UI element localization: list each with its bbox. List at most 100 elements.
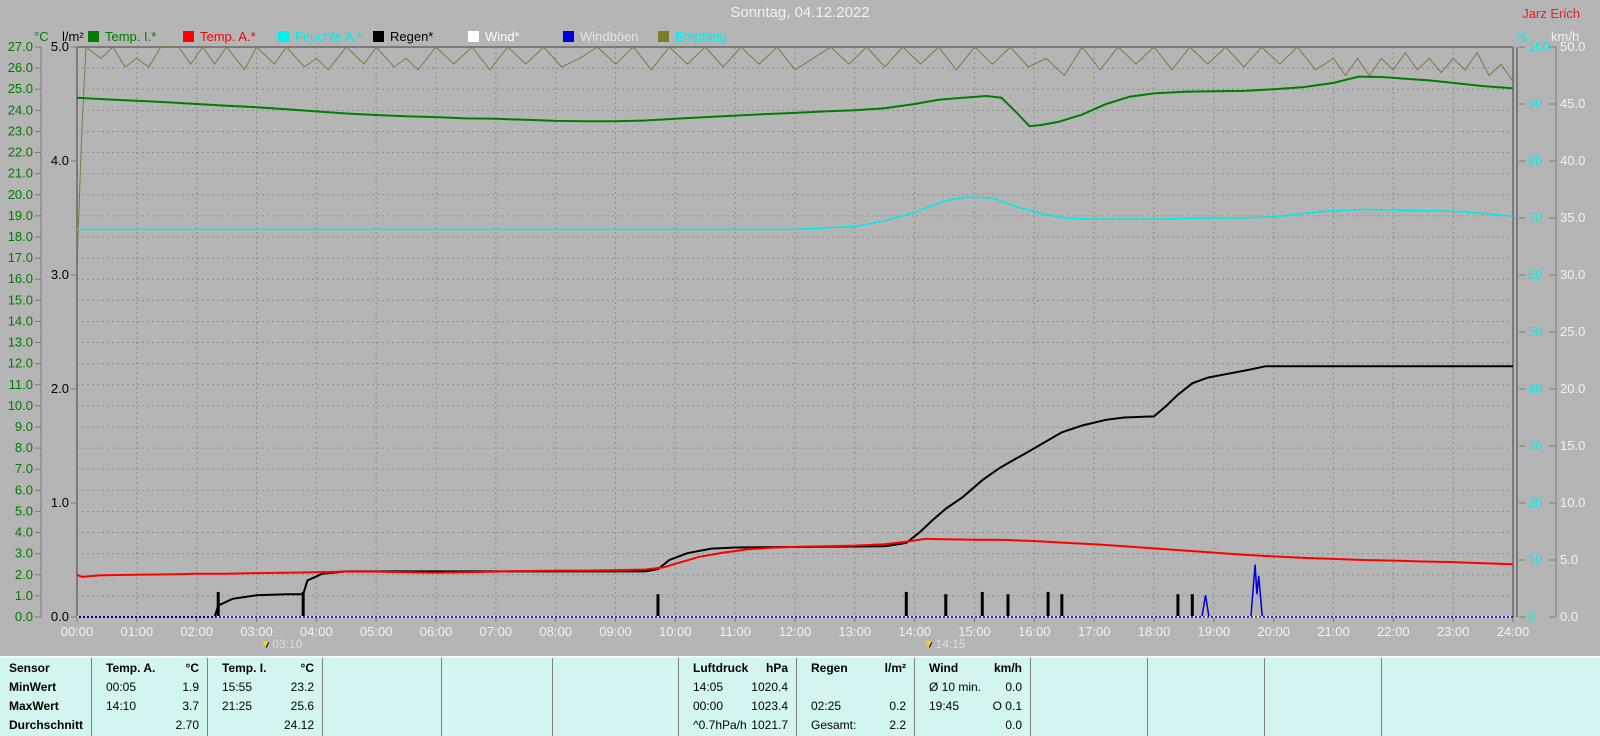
stats-cell: Luftdruck hPa bbox=[679, 659, 796, 678]
stats-cell bbox=[1031, 716, 1147, 735]
stats-cell: 21:25 25.6 bbox=[208, 697, 322, 716]
stats-cell-value bbox=[56, 678, 83, 697]
stats-cell-value bbox=[456, 659, 544, 678]
stats-cell-text: MinWert bbox=[9, 680, 57, 694]
stats-cell-value bbox=[1279, 697, 1373, 716]
stats-table-column bbox=[322, 658, 441, 736]
axis-tick-label: 10.0 bbox=[8, 398, 33, 413]
time-marker: ▼ 03:10 bbox=[260, 637, 302, 651]
axis-tick-label: 20:00 bbox=[1257, 624, 1290, 639]
stats-cell-value: 25.6 bbox=[290, 699, 314, 713]
legend-item-label: Empfang bbox=[675, 29, 728, 44]
stats-cell bbox=[323, 716, 441, 735]
axis-tick-label: 23.0 bbox=[8, 123, 33, 138]
stats-cell-text: 14:05 bbox=[693, 680, 724, 694]
stats-cell-value: 24.12 bbox=[283, 718, 314, 732]
axis-tick-label: 45.0 bbox=[1560, 96, 1585, 111]
stats-cell bbox=[1265, 697, 1381, 716]
legend-item-temp-i[interactable]: Temp. I.* bbox=[88, 29, 156, 44]
axis-tick-label: 21:00 bbox=[1317, 624, 1350, 639]
stats-table-column bbox=[1381, 658, 1600, 736]
page-title: Sonntag, 04.12.2022 bbox=[730, 4, 870, 21]
stats-cell-value: °C bbox=[300, 661, 314, 675]
axis-tick-label: 05:00 bbox=[360, 624, 393, 639]
stats-cell-value bbox=[1279, 659, 1373, 678]
axis-tick-label: 90 bbox=[1528, 96, 1542, 111]
axis-tick-label: 10 bbox=[1528, 552, 1542, 567]
axis-tick-label: 5.0 bbox=[15, 503, 33, 518]
stats-cell-value bbox=[1045, 678, 1139, 697]
stats-cell-text: Luftdruck bbox=[693, 661, 749, 675]
stats-cell-value bbox=[1396, 659, 1592, 678]
axis-tick-label: 11:00 bbox=[719, 624, 751, 639]
legend-item-regen[interactable]: Regen* bbox=[373, 29, 433, 44]
axis-tick-label: 10:00 bbox=[659, 624, 692, 639]
axis-tick-label: 25.0 bbox=[8, 81, 33, 96]
stats-cell: Sensor bbox=[0, 659, 91, 678]
legend-item-label: Regen* bbox=[390, 29, 434, 44]
axis-tick-label: 14.0 bbox=[8, 313, 33, 328]
axis-tick-label: 25.0 bbox=[1560, 324, 1585, 339]
stats-table-row-labels: Sensor MinWert MaxWert Durchschnitt bbox=[0, 658, 91, 736]
axis-tick-label: 30 bbox=[1528, 438, 1542, 453]
axis-tick-label: 12.0 bbox=[8, 356, 33, 371]
stats-cell-value bbox=[337, 678, 433, 697]
axis-tick-label: 26.0 bbox=[8, 60, 33, 75]
stats-cell-value bbox=[1162, 678, 1256, 697]
legend-item-wind[interactable]: Wind* bbox=[468, 29, 520, 44]
stats-cell: MinWert bbox=[0, 678, 91, 697]
stats-table-column: Temp. I. °C 15:55 23.2 21:25 25.6 24.12 bbox=[207, 658, 322, 736]
stats-cell-value: 1020.4 bbox=[751, 680, 788, 694]
stats-cell-value bbox=[456, 678, 544, 697]
stats-cell-value bbox=[1045, 697, 1139, 716]
stats-cell-value: 1.9 bbox=[182, 680, 199, 694]
stats-cell bbox=[442, 659, 552, 678]
stats-cell-value: °C bbox=[185, 661, 199, 675]
legend-item-empfang[interactable]: Empfang bbox=[658, 29, 727, 44]
user-name-label: Jarz Erich bbox=[1522, 6, 1580, 21]
axis-unit-humidity: % bbox=[1516, 29, 1528, 44]
stats-cell bbox=[553, 697, 678, 716]
legend-item-label: Temp. I.* bbox=[105, 29, 157, 44]
axis-tick-label: 18.0 bbox=[8, 229, 33, 244]
stats-cell-value bbox=[567, 659, 670, 678]
legend-swatch-icon bbox=[278, 31, 289, 42]
stats-table-column bbox=[1264, 658, 1381, 736]
stats-cell bbox=[1148, 716, 1264, 735]
axis-tick-label: 40 bbox=[1528, 381, 1542, 396]
axis-tick-label: 5.0 bbox=[1560, 552, 1578, 567]
axis-tick-label: 00:00 bbox=[61, 624, 94, 639]
legend-item-temp-a[interactable]: Temp. A.* bbox=[183, 29, 256, 44]
legend-swatch-icon bbox=[563, 31, 574, 42]
stats-cell-value bbox=[1396, 697, 1592, 716]
legend-swatch-icon bbox=[373, 31, 384, 42]
axis-tick-label: 0.0 bbox=[51, 609, 69, 624]
stats-cell-value: 0.2 bbox=[889, 699, 906, 713]
axis-tick-label: 80 bbox=[1528, 153, 1542, 168]
axis-tick-label: 100 bbox=[1528, 39, 1550, 54]
axis-tick-label: 22.0 bbox=[8, 145, 33, 160]
stats-cell-text: 19:45 bbox=[929, 699, 960, 713]
series-empfang bbox=[76, 46, 1514, 264]
axis-unit-wind: km/h bbox=[1551, 29, 1580, 44]
chart-legend: Temp. I.* Temp. A.* Feuchte A.* Regen* Wind*… bbox=[0, 29, 1500, 45]
stats-cell bbox=[442, 678, 552, 697]
legend-item-feuchte-a[interactable]: Feuchte A.* bbox=[278, 29, 362, 44]
legend-swatch-icon bbox=[183, 31, 194, 42]
stats-cell: Gesamt: 2.2 bbox=[797, 716, 914, 735]
time-marker-icon: ▼ bbox=[923, 638, 934, 650]
stats-cell-text: ^0.7hPa/h bbox=[693, 718, 747, 732]
stats-cell: 00:00 1023.4 bbox=[679, 697, 796, 716]
axis-tick-label: 11.0 bbox=[9, 377, 33, 392]
legend-item-windb-en[interactable]: Windböen bbox=[563, 29, 639, 44]
stats-cell bbox=[1265, 659, 1381, 678]
stats-cell bbox=[553, 678, 678, 697]
axis-tick-label: 04:00 bbox=[300, 624, 333, 639]
stats-cell-value: 23.2 bbox=[290, 680, 314, 694]
stats-table-column: Wind km/h Ø 10 min. 0.0 19:45 O 0.1 0.0 bbox=[914, 658, 1030, 736]
stats-cell-value bbox=[337, 716, 433, 735]
stats-cell-value: 1023.4 bbox=[751, 699, 788, 713]
stats-cell-text: 00:00 bbox=[693, 699, 724, 713]
stats-cell: Regen l/m² bbox=[797, 659, 914, 678]
stats-cell-value: hPa bbox=[765, 661, 788, 675]
